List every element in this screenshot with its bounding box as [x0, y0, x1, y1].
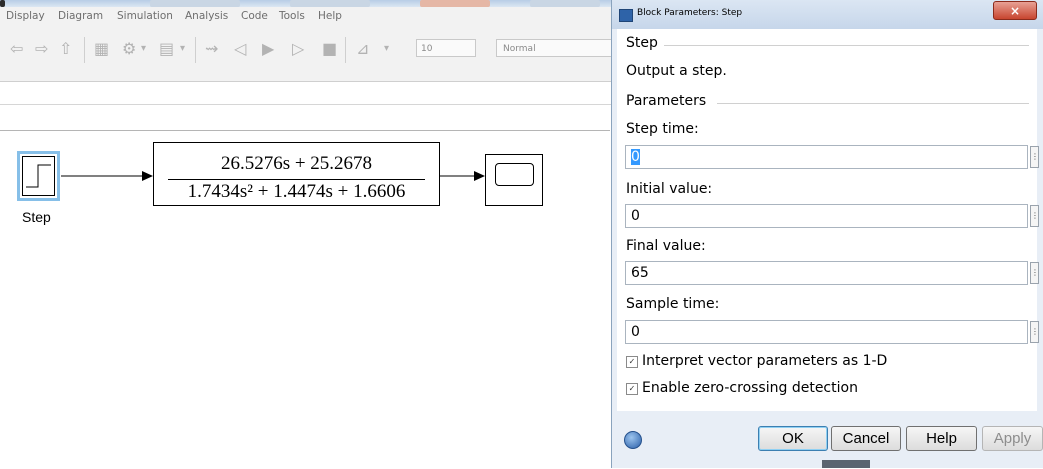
toolbar-separator [345, 37, 346, 63]
more-options-button[interactable]: ⋮ [1030, 205, 1039, 227]
signal-icon[interactable]: ⇝ [205, 39, 218, 59]
initial-value-input[interactable]: 0 [625, 204, 1028, 228]
step-back-icon[interactable]: ◁ [234, 39, 246, 59]
tf-denominator: 1.7434s² + 1.4474s + 1.6606 [187, 181, 406, 202]
zero-crossing-checkbox[interactable]: ✓ Enable zero-crossing detection [626, 380, 858, 396]
help-button[interactable]: Help [906, 426, 977, 451]
model-config-icon[interactable]: ▤ [159, 39, 174, 59]
checkbox-checked-icon[interactable]: ✓ [626, 383, 638, 395]
interpret-vector-checkbox[interactable]: ✓ Interpret vector parameters as 1-D [626, 353, 887, 369]
step-forward-icon[interactable]: ▷ [292, 39, 304, 59]
menu-help[interactable]: Help [318, 10, 342, 22]
titlebar-fragment [420, 0, 490, 7]
more-options-button[interactable]: ⋮ [1030, 146, 1039, 168]
dialog-title: Block Parameters: Step [637, 8, 743, 18]
parameters-group-title: Parameters [626, 93, 707, 109]
scope-screen-icon [495, 163, 534, 186]
group-divider [717, 103, 1029, 104]
block-parameters-dialog: Block Parameters: Step × Step Output a s… [611, 0, 1043, 468]
scope-block[interactable] [485, 154, 543, 206]
up-icon[interactable]: ⇧ [59, 39, 72, 59]
final-value-input[interactable]: 65 [625, 261, 1028, 285]
simulink-toolbar: ⇦ ⇨ ⇧ ▦ ⚙ ▾ ▤ ▾ ⇝ ◁ ▶ ▷ ■ ⊿ ▾ 10 Normal [0, 29, 620, 82]
menu-display[interactable]: Display [6, 10, 45, 22]
interpret-vector-label: Interpret vector parameters as 1-D [642, 353, 888, 369]
library-browser-icon[interactable]: ▦ [94, 39, 109, 59]
tf-fraction-line [168, 179, 425, 180]
dialog-titlebar[interactable]: Block Parameters: Step × [612, 0, 1043, 29]
menu-simulation[interactable]: Simulation [117, 10, 173, 22]
step-time-input[interactable]: 0 [625, 145, 1028, 169]
initial-value-label: Initial value: [626, 181, 713, 197]
step-time-value: 0 [631, 149, 640, 165]
step-time-label: Step time: [626, 121, 699, 137]
signal-line-tf-to-scope[interactable] [440, 171, 485, 181]
titlebar-fragment [530, 0, 600, 7]
group-divider [664, 45, 1029, 46]
final-value-label: Final value: [626, 238, 706, 254]
menu-code[interactable]: Code [241, 10, 268, 22]
cancel-button[interactable]: Cancel [831, 426, 901, 451]
titlebar-fragment [0, 0, 5, 7]
dialog-body: Step Output a step. Parameters Step time… [617, 29, 1039, 411]
chevron-down-icon[interactable]: ▾ [180, 39, 185, 59]
taskbar-fragment [822, 460, 870, 468]
zero-crossing-label: Enable zero-crossing detection [642, 380, 858, 396]
step-block[interactable] [17, 151, 60, 201]
sample-time-input[interactable]: 0 [625, 320, 1028, 344]
menu-tools[interactable]: Tools [279, 10, 305, 22]
chevron-down-icon[interactable]: ▾ [384, 39, 389, 59]
scope-config-icon[interactable]: ⊿ [356, 39, 369, 59]
simulink-titlebar [0, 0, 620, 7]
sample-time-label: Sample time: [626, 296, 720, 312]
simulink-window-icon [619, 9, 633, 22]
signal-line-step-to-tf[interactable] [61, 171, 153, 181]
stop-time-field[interactable]: 10 [416, 39, 476, 57]
apply-button[interactable]: Apply [982, 426, 1043, 451]
toolbar-separator [84, 37, 85, 63]
block-description: Output a step. [626, 63, 727, 79]
toolbar-separator [195, 37, 196, 63]
more-options-button[interactable]: ⋮ [1030, 321, 1039, 343]
model-address-bar [0, 82, 620, 105]
transfer-function-block[interactable]: 26.5276s + 25.2678 1.7434s² + 1.4474s + … [153, 142, 440, 206]
step-block-label: Step [22, 209, 51, 225]
simulation-mode-select[interactable]: Normal [496, 39, 616, 57]
simulink-menubar: Display Diagram Simulation Analysis Code… [0, 7, 620, 29]
close-button[interactable]: × [993, 1, 1037, 20]
ok-button[interactable]: OK [758, 426, 828, 451]
run-icon[interactable]: ▶ [262, 39, 274, 59]
checkbox-checked-icon[interactable]: ✓ [626, 356, 638, 368]
titlebar-fragment [150, 0, 240, 7]
menu-analysis[interactable]: Analysis [185, 10, 228, 22]
chevron-down-icon[interactable]: ▾ [141, 39, 146, 59]
menu-diagram[interactable]: Diagram [58, 10, 103, 22]
settings-gear-icon[interactable]: ⚙ [122, 39, 136, 59]
forward-icon[interactable]: ⇨ [35, 39, 48, 59]
titlebar-fragment [290, 0, 370, 7]
more-options-button[interactable]: ⋮ [1030, 262, 1039, 284]
stop-icon[interactable]: ■ [322, 39, 337, 59]
help-icon[interactable] [624, 431, 642, 449]
step-icon [22, 156, 55, 196]
tf-numerator: 26.5276s + 25.2678 [220, 153, 373, 174]
back-icon[interactable]: ⇦ [10, 39, 23, 59]
block-group-title: Step [626, 35, 658, 51]
